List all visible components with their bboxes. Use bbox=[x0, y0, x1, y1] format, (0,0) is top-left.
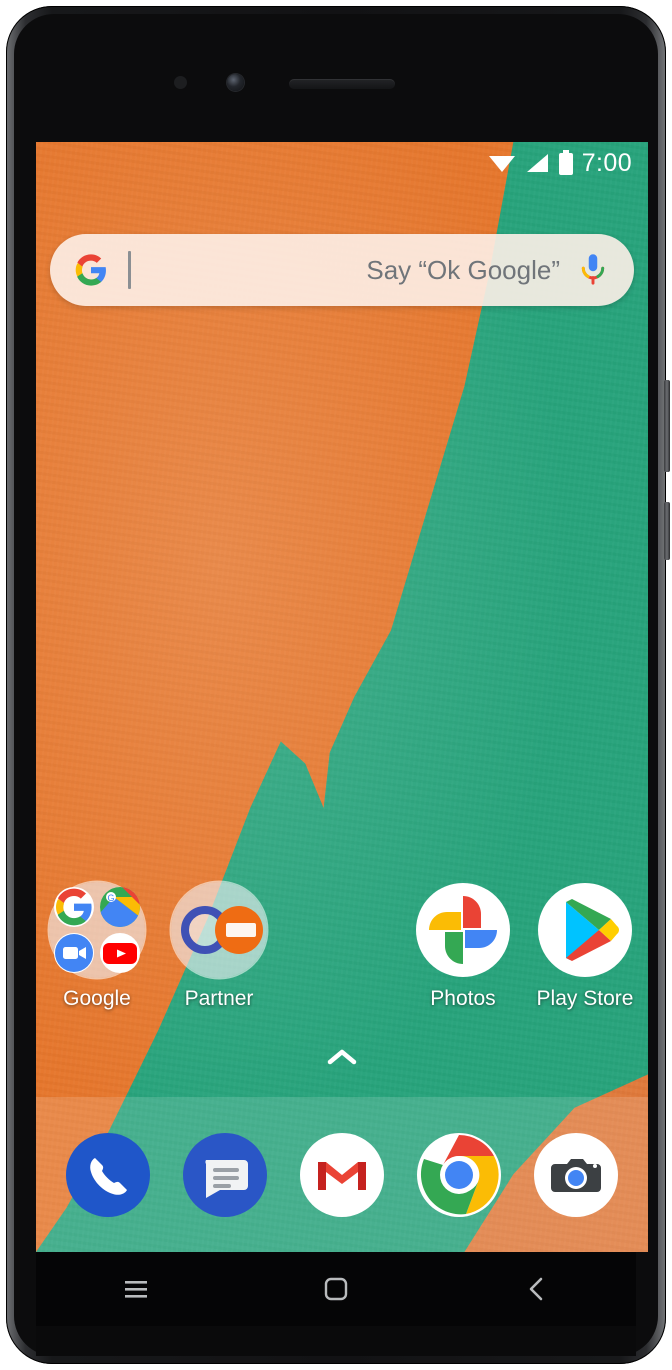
dock bbox=[36, 1097, 648, 1252]
homescreen-app-grid: G Google Partner Photos Play Store bbox=[36, 882, 648, 1022]
app-folder-google[interactable]: G Google bbox=[36, 882, 158, 1011]
status-bar-clock: 7:00 bbox=[581, 148, 632, 177]
cellular-signal-icon bbox=[526, 154, 548, 172]
navigation-bar bbox=[36, 1252, 636, 1326]
wifi-icon bbox=[488, 156, 515, 172]
phone-icon[interactable] bbox=[65, 1132, 151, 1218]
microphone-icon[interactable] bbox=[578, 253, 608, 287]
google-maps-icon: G bbox=[100, 887, 140, 927]
google-folder-icon[interactable]: G bbox=[49, 882, 145, 978]
chrome-icon[interactable] bbox=[416, 1132, 502, 1218]
status-bar[interactable]: 7:00 bbox=[36, 142, 648, 184]
app-play-store[interactable]: Play Store bbox=[524, 882, 646, 1011]
volume-rocker-button[interactable] bbox=[664, 380, 670, 472]
app-label: Google bbox=[63, 987, 131, 1010]
battery-icon bbox=[558, 150, 573, 175]
google-search-icon bbox=[54, 887, 94, 927]
partner-folder-icon[interactable] bbox=[171, 882, 267, 978]
gmail-icon[interactable] bbox=[299, 1132, 385, 1218]
app-label: Partner bbox=[184, 987, 254, 1010]
app-photos[interactable]: Photos bbox=[402, 882, 524, 1011]
wallpaper bbox=[36, 142, 648, 1252]
phone-screen[interactable]: 7:00 Say “Ok Google” G Google Partner Ph… bbox=[36, 142, 648, 1252]
camera-icon[interactable] bbox=[533, 1132, 619, 1218]
back-button[interactable] bbox=[481, 1259, 591, 1319]
proximity-sensor-icon bbox=[174, 76, 187, 89]
google-duo-icon bbox=[54, 933, 94, 973]
power-button[interactable] bbox=[664, 502, 670, 560]
app-folder-partner[interactable]: Partner bbox=[158, 882, 280, 1011]
home-button[interactable] bbox=[281, 1259, 391, 1319]
app-label: Photos bbox=[430, 987, 496, 1010]
back-chevron-icon bbox=[529, 1277, 543, 1301]
google-play-icon[interactable] bbox=[537, 882, 633, 978]
youtube-icon bbox=[100, 933, 140, 973]
google-g-logo bbox=[75, 254, 106, 286]
google-search-bar[interactable]: Say “Ok Google” bbox=[50, 234, 634, 306]
google-photos-icon[interactable] bbox=[415, 882, 511, 978]
orange-g-icon bbox=[215, 906, 263, 954]
recents-menu-icon bbox=[125, 1281, 147, 1298]
chevron-up-icon bbox=[327, 1049, 357, 1065]
svg-text:G: G bbox=[107, 893, 114, 903]
front-camera-icon bbox=[227, 74, 244, 91]
app-drawer-indicator[interactable] bbox=[36, 1047, 648, 1067]
earpiece-speaker bbox=[289, 79, 395, 89]
wallpaper-shading bbox=[36, 142, 648, 1252]
recents-button[interactable] bbox=[81, 1259, 191, 1319]
home-square-icon bbox=[324, 1277, 348, 1301]
phone-bottom-chin bbox=[36, 1326, 636, 1356]
search-placeholder-text: Say “Ok Google” bbox=[366, 254, 560, 285]
app-label: Play Store bbox=[536, 987, 634, 1010]
phone-device: 7:00 Say “Ok Google” G Google Partner Ph… bbox=[6, 6, 670, 1364]
messages-icon[interactable] bbox=[182, 1132, 268, 1218]
